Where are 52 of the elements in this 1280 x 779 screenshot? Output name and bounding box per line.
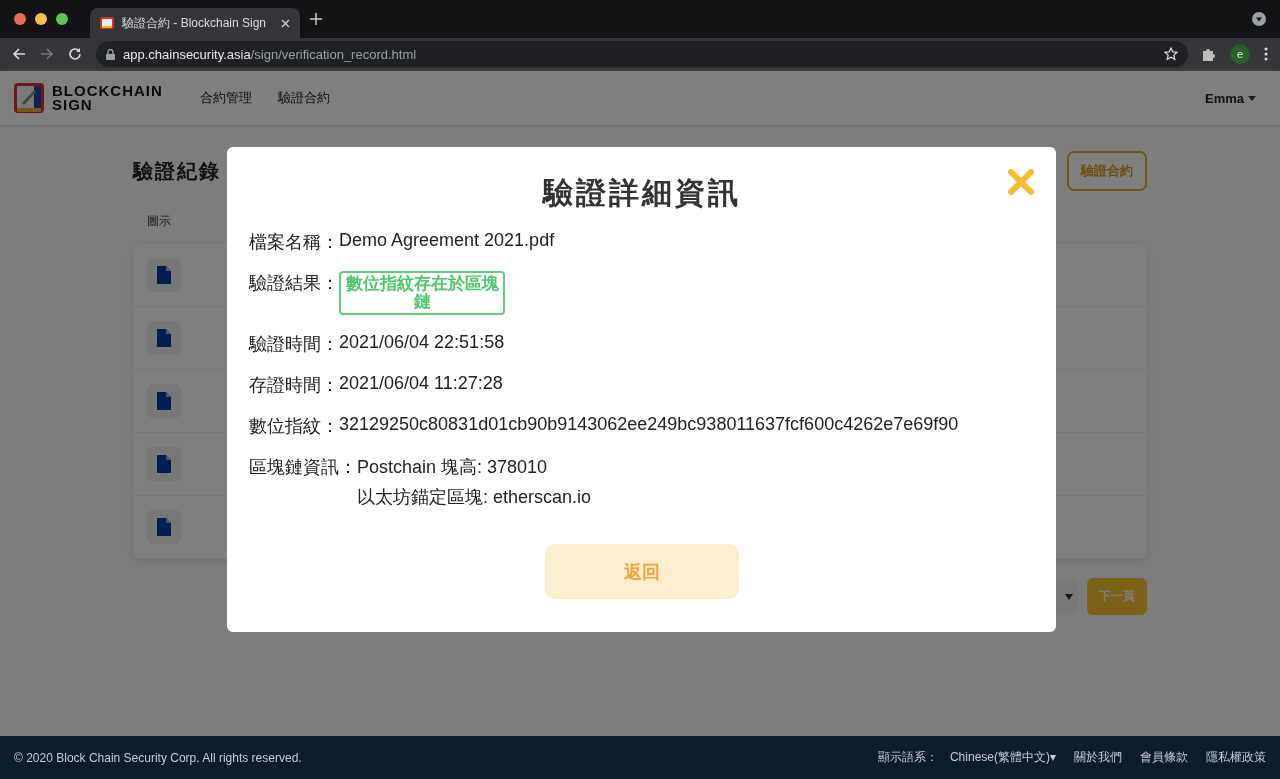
field-value: 2021/06/04 22:51:58 bbox=[339, 332, 505, 353]
field-value: Postchain 塊高: 378010 bbox=[357, 456, 549, 479]
forward-icon[interactable] bbox=[40, 47, 54, 61]
field-value: 2021/06/04 11:27:28 bbox=[339, 373, 503, 394]
lock-icon bbox=[106, 48, 115, 60]
window-control-icon[interactable] bbox=[56, 13, 68, 25]
field-label: 存證時間： bbox=[249, 374, 339, 397]
caret-icon bbox=[1248, 95, 1256, 101]
column-header: 圖示 bbox=[147, 213, 172, 230]
page-title: 驗證紀錄 bbox=[133, 158, 221, 184]
field-value: 以太坊錨定區塊: etherscan.io bbox=[357, 486, 592, 509]
field-label: 檔案名稱： bbox=[249, 231, 339, 254]
reload-icon[interactable] bbox=[68, 47, 82, 61]
file-icon bbox=[157, 392, 171, 410]
window-control-icon[interactable] bbox=[14, 13, 26, 25]
field-label: 驗證結果： bbox=[249, 272, 339, 295]
address-bar[interactable]: app.chainsecurity.asia/sign/verification_record.html bbox=[96, 41, 1188, 67]
dropdown-icon[interactable] bbox=[1252, 12, 1266, 26]
field-label: 區塊鏈資訊： bbox=[249, 456, 357, 479]
back-icon[interactable] bbox=[12, 47, 26, 61]
field-value: Demo Agreement 2021.pdf bbox=[339, 230, 555, 251]
language-select[interactable]: Chinese(繁體中文)▾ bbox=[949, 749, 1056, 766]
nav-link[interactable]: 驗證合約 bbox=[278, 89, 330, 107]
copyright-text: © 2020 Block Chain Security Corp. All rights reserved. bbox=[14, 750, 302, 765]
url-text: app.chainsecurity.asia/sign/verification_record.html bbox=[123, 46, 417, 62]
file-icon bbox=[157, 518, 171, 536]
site-icon bbox=[100, 17, 114, 29]
field-label: 驗證時間： bbox=[249, 333, 339, 356]
caret-icon bbox=[1065, 593, 1073, 600]
window-control-icon[interactable] bbox=[35, 13, 47, 25]
language-label: 顯示語系： bbox=[877, 749, 938, 766]
browser-tab[interactable]: 驗證合約 - Blockchain Sign bbox=[90, 8, 300, 38]
file-icon bbox=[157, 455, 171, 473]
field-label: 數位指紋： bbox=[249, 415, 339, 438]
field-value: 32129250c80831d01cb90b9143062ee249bc938011637fcf600c4262e7e69f90 bbox=[339, 414, 959, 435]
dialog-title: 驗證詳細資訊 bbox=[542, 175, 741, 211]
file-icon bbox=[157, 329, 171, 347]
close-icon[interactable] bbox=[281, 18, 290, 28]
more-icon[interactable] bbox=[1264, 47, 1268, 61]
nav-link[interactable]: 合約管理 bbox=[200, 89, 252, 107]
logo-text: BLOCKCHAIN SIGN bbox=[52, 84, 162, 112]
footer-link[interactable]: 會員條款 bbox=[1140, 749, 1188, 766]
file-icon bbox=[157, 266, 171, 284]
star-icon[interactable] bbox=[1164, 47, 1178, 61]
logo-icon bbox=[14, 83, 44, 113]
status-badge: 數位指紋存在於區塊鏈 bbox=[339, 271, 505, 315]
puzzle-icon[interactable] bbox=[1202, 47, 1216, 61]
user-menu[interactable]: Emma bbox=[1204, 90, 1256, 106]
profile-avatar[interactable]: e bbox=[1230, 44, 1250, 64]
footer-link[interactable]: 隱私權政策 bbox=[1206, 749, 1266, 766]
footer-link[interactable]: 關於我們 bbox=[1074, 749, 1122, 766]
new-tab-icon[interactable] bbox=[308, 12, 324, 26]
